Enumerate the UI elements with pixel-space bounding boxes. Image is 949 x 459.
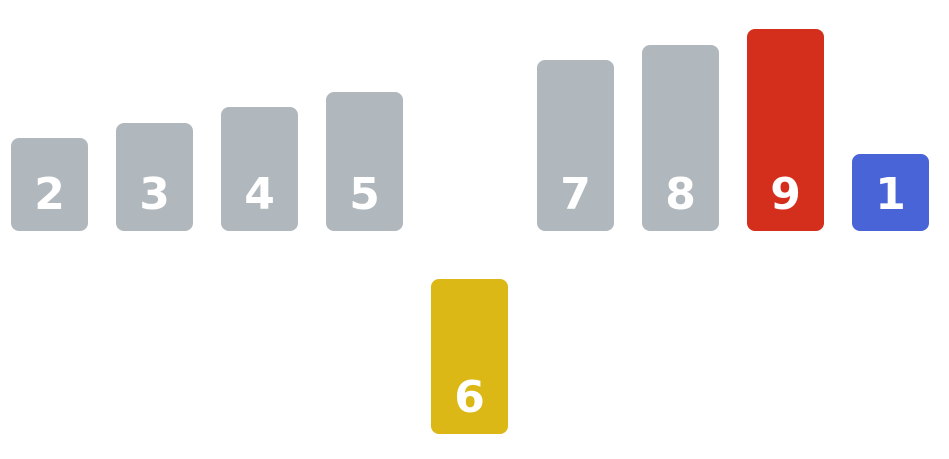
bar-label: 3 bbox=[139, 169, 170, 220]
bar-9[interactable]: 9 bbox=[747, 29, 824, 231]
sorting-board: 2 3 4 5 6 7 8 9 1 bbox=[0, 0, 949, 459]
bar-6[interactable]: 6 bbox=[431, 279, 508, 434]
bar-label: 7 bbox=[560, 169, 591, 220]
bar-3[interactable]: 3 bbox=[116, 123, 193, 231]
bar-label: 4 bbox=[244, 169, 275, 220]
bar-2[interactable]: 2 bbox=[11, 138, 88, 231]
bar-8[interactable]: 8 bbox=[642, 45, 719, 231]
bar-label: 2 bbox=[34, 169, 65, 220]
bar-5[interactable]: 5 bbox=[326, 92, 403, 231]
bar-7[interactable]: 7 bbox=[537, 60, 614, 231]
bar-label: 1 bbox=[875, 169, 906, 220]
bar-4[interactable]: 4 bbox=[221, 107, 298, 231]
bar-label: 8 bbox=[665, 169, 696, 220]
bar-label: 9 bbox=[770, 169, 801, 220]
bar-label: 6 bbox=[454, 372, 485, 423]
bar-label: 5 bbox=[349, 169, 380, 220]
bar-1[interactable]: 1 bbox=[852, 154, 929, 231]
